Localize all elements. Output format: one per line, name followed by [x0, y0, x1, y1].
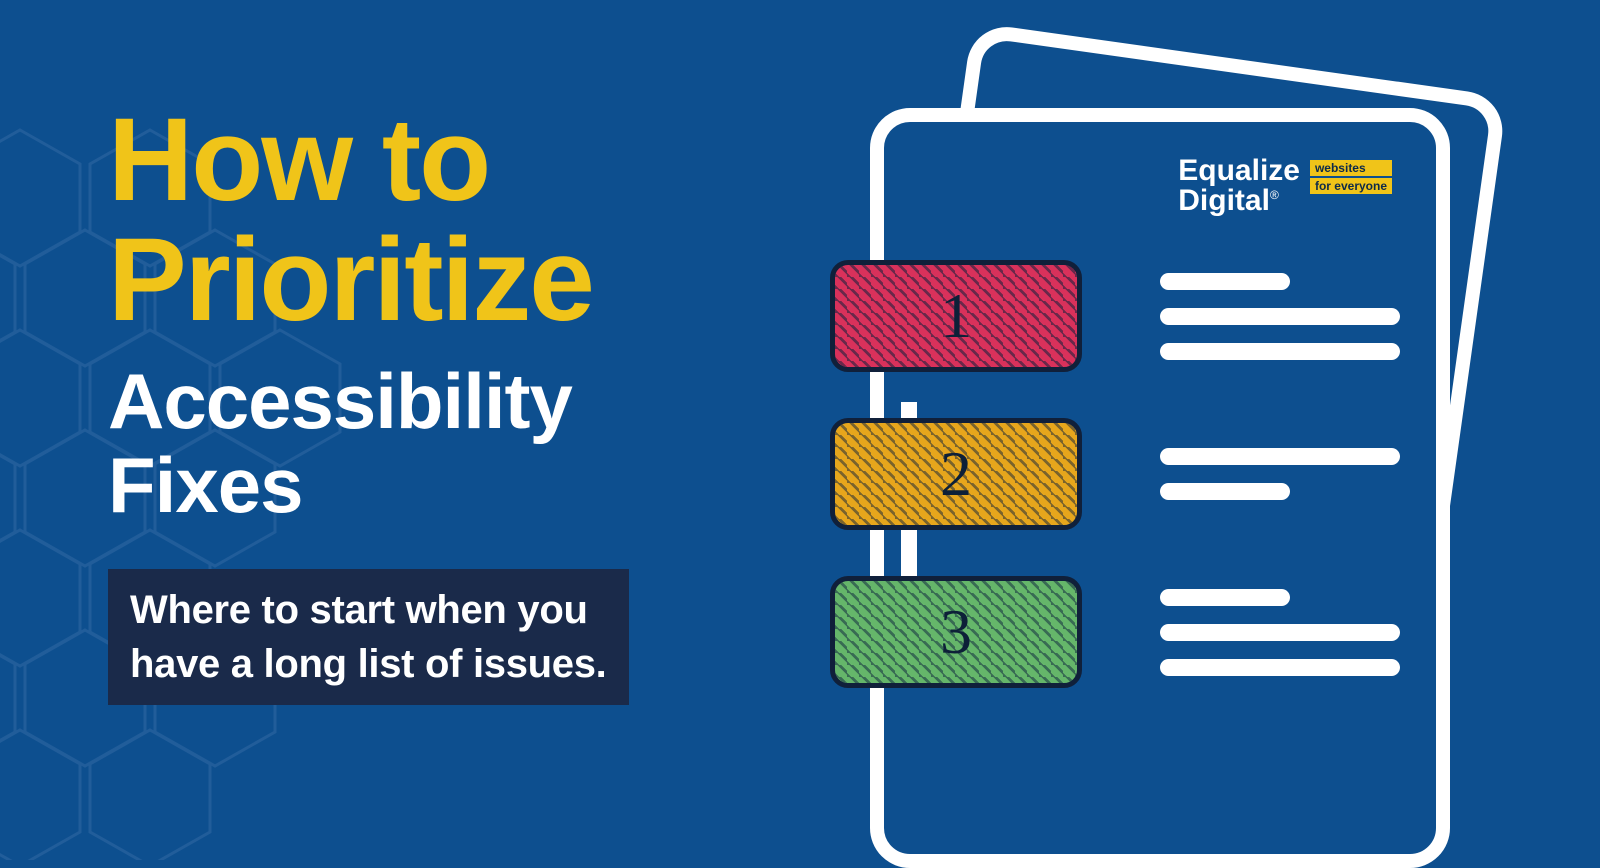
brand-tag-2: for everyone: [1310, 178, 1392, 194]
title-line-1: How to: [108, 94, 489, 226]
title-white-1: Accessibility: [108, 357, 572, 445]
list-lines-3: [1160, 589, 1400, 676]
brand-name: Equalize Digital®: [1178, 156, 1300, 216]
text-line: [1160, 589, 1290, 606]
subtitle-box: Where to start when you have a long list…: [108, 569, 629, 705]
text-line: [1160, 483, 1290, 500]
text-line: [1160, 343, 1400, 360]
brand-line-1: Equalize: [1178, 154, 1300, 187]
priority-row-1: 1: [928, 260, 1392, 372]
text-line: [1160, 659, 1400, 676]
document-front-page: Equalize Digital® websites for everyone …: [870, 108, 1450, 868]
text-line: [1160, 273, 1290, 290]
document-illustration: Equalize Digital® websites for everyone …: [830, 40, 1550, 860]
brand-tag-1: websites: [1310, 160, 1392, 176]
subtitle-text: Where to start when you have a long list…: [130, 588, 607, 686]
title-white: Accessibility Fixes: [108, 359, 780, 527]
title-line-2: Prioritize: [108, 214, 593, 346]
badge-number-1: 1: [940, 279, 972, 353]
text-line: [1160, 308, 1400, 325]
priority-badge-1: 1: [830, 260, 1082, 372]
list-lines-1: [1160, 273, 1400, 360]
priority-badge-3: 3: [830, 576, 1082, 688]
text-line: [1160, 448, 1400, 465]
headline-block: How to Prioritize Accessibility Fixes Wh…: [0, 0, 780, 705]
list-lines-2: [1160, 448, 1400, 500]
title-white-2: Fixes: [108, 441, 302, 529]
brand-logo: Equalize Digital® websites for everyone: [928, 156, 1392, 216]
badge-number-2: 2: [940, 437, 972, 511]
brand-tags: websites for everyone: [1310, 160, 1392, 194]
priority-row-3: 3: [928, 576, 1392, 688]
brand-line-2: Digital: [1178, 184, 1270, 217]
text-line: [1160, 624, 1400, 641]
registered-mark: ®: [1270, 188, 1279, 202]
priority-row-2: 2: [928, 418, 1392, 530]
title-yellow: How to Prioritize: [108, 100, 780, 341]
priority-rows: 1 2: [928, 260, 1392, 688]
priority-badge-2: 2: [830, 418, 1082, 530]
badge-number-3: 3: [940, 595, 972, 669]
